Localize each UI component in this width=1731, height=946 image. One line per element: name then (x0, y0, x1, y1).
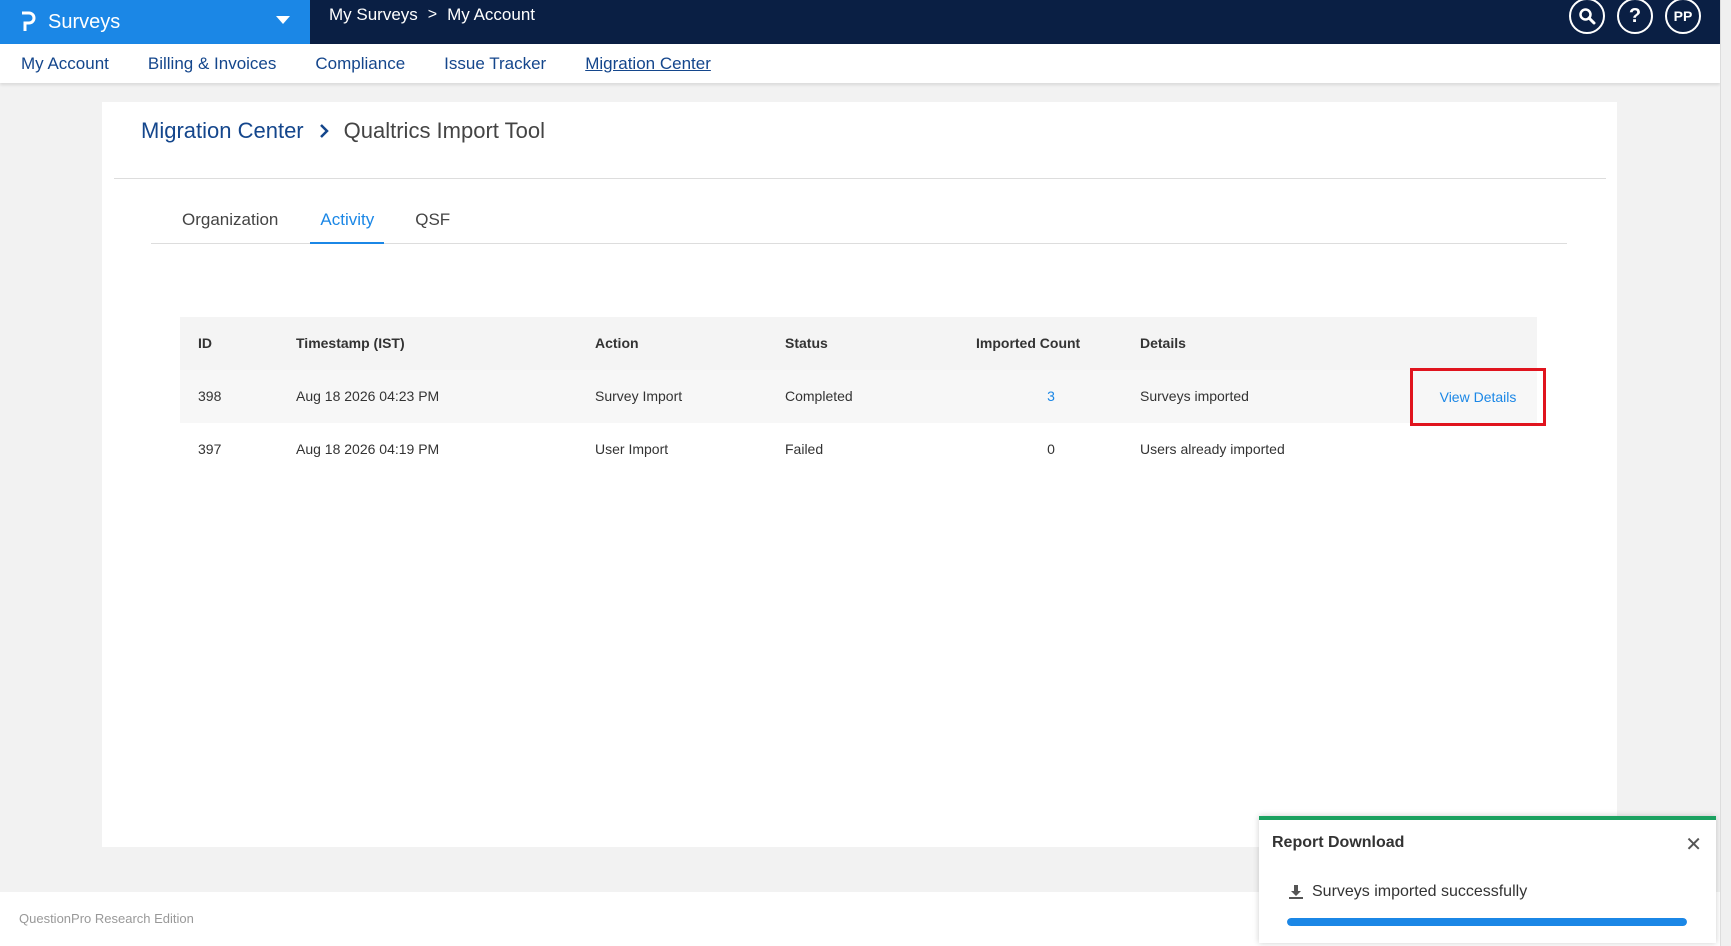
cell-status: Failed (785, 441, 824, 457)
top-breadcrumb: My Surveys > My Account (329, 0, 535, 30)
product-name: Surveys (48, 10, 121, 33)
subnav-billing[interactable]: Billing & Invoices (148, 54, 277, 74)
tab-organization[interactable]: Organization (172, 206, 288, 244)
view-details-button[interactable]: View Details (1410, 368, 1546, 426)
help-icon: ? (1628, 4, 1642, 27)
account-subnav: My Account Billing & Invoices Compliance… (0, 44, 1720, 83)
header-status: Status (785, 335, 828, 351)
header-timestamp: Timestamp (IST) (296, 335, 405, 351)
tab-bar: Organization Activity QSF (151, 206, 1567, 244)
cell-status: Completed (785, 388, 853, 404)
download-icon (1289, 885, 1303, 899)
cell-id: 397 (198, 441, 222, 457)
help-button[interactable]: ? (1617, 0, 1653, 34)
questionpro-logo-icon (22, 11, 36, 31)
cell-action: User Import (595, 441, 669, 457)
cell-imported-count: 0 (1047, 441, 1055, 457)
activity-table: ID Timestamp (IST) Action Status Importe… (180, 317, 1537, 476)
card-header: Migration Center Qualtrics Import Tool (114, 102, 1606, 179)
table-row: 398 Aug 18 2026 04:23 PM Survey Import C… (180, 370, 1537, 423)
search-button[interactable] (1569, 0, 1605, 34)
tab-activity[interactable]: Activity (310, 206, 385, 244)
cell-details: Surveys imported (1140, 388, 1249, 404)
page-scrollbar[interactable] (1720, 0, 1731, 946)
chevron-down-icon[interactable] (276, 16, 290, 24)
download-progress-bar (1287, 918, 1687, 926)
toast-message: Surveys imported successfully (1312, 883, 1528, 900)
product-switcher[interactable]: Surveys (0, 0, 310, 44)
main-card: Migration Center Qualtrics Import Tool O… (102, 102, 1617, 847)
chevron-right-icon: > (427, 6, 438, 23)
download-progress-fill (1287, 918, 1687, 926)
cell-id: 398 (198, 388, 222, 404)
header-imported-count: Imported Count (976, 335, 1081, 351)
subnav-compliance[interactable]: Compliance (315, 54, 405, 74)
page-breadcrumb: Migration Center Qualtrics Import Tool (141, 118, 545, 144)
cell-timestamp: Aug 18 2026 04:19 PM (296, 441, 440, 457)
avatar[interactable]: PP (1665, 0, 1701, 34)
toast-title: Report Download (1272, 834, 1405, 851)
breadcrumb-my-account[interactable]: My Account (447, 5, 535, 25)
cell-timestamp: Aug 18 2026 04:23 PM (296, 388, 440, 404)
page-title: Qualtrics Import Tool (343, 118, 545, 143)
table-header: ID Timestamp (IST) Action Status Importe… (180, 317, 1537, 370)
toast-message-row: Surveys imported successfully (1288, 883, 1527, 901)
imported-count-link[interactable]: 3 (976, 370, 1126, 423)
header-details: Details (1140, 335, 1186, 351)
subnav-issue-tracker[interactable]: Issue Tracker (444, 54, 546, 74)
cell-action: Survey Import (595, 388, 683, 404)
close-icon[interactable]: ✕ (1685, 832, 1702, 857)
report-download-toast: Report Download ✕ Surveys imported succe… (1259, 816, 1716, 943)
subnav-migration-center[interactable]: Migration Center (585, 54, 711, 74)
header-action: Action (595, 335, 639, 351)
breadcrumb-migration-center[interactable]: Migration Center (141, 118, 304, 144)
top-bar: Surveys My Surveys > My Account ? PP (0, 0, 1731, 44)
subnav-my-account[interactable]: My Account (21, 54, 109, 74)
cell-details: Users already imported (1140, 441, 1285, 457)
chevron-right-icon (319, 124, 329, 138)
breadcrumb-my-surveys[interactable]: My Surveys (329, 5, 418, 25)
search-icon (1579, 8, 1596, 25)
table-row: 397 Aug 18 2026 04:19 PM User Import Fai… (180, 423, 1537, 476)
header-id: ID (198, 335, 212, 351)
tab-qsf[interactable]: QSF (405, 206, 460, 244)
